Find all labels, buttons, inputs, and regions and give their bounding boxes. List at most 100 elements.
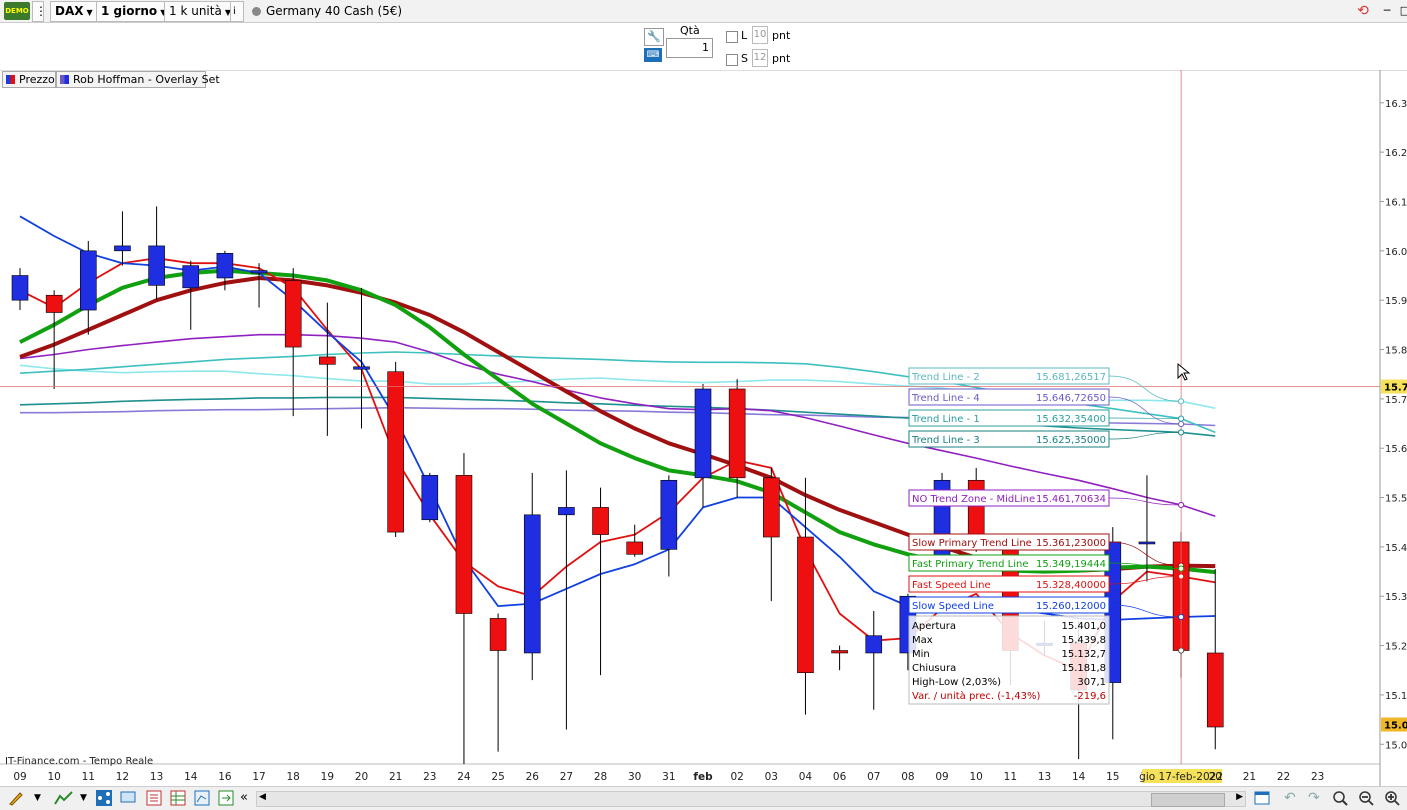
zoom-fit-icon[interactable] [1332, 790, 1348, 806]
indicator-icon[interactable] [54, 790, 74, 806]
mouse-cursor-icon [1177, 362, 1191, 381]
line-label-value: 15.646,72650 [1036, 393, 1106, 404]
long-points-input[interactable]: 10 [752, 26, 768, 44]
zoom-in-icon[interactable] [1384, 790, 1400, 806]
line-label-value: 15.328,40000 [1036, 580, 1106, 591]
ohlc-label: Apertura [912, 621, 956, 632]
ohlc-label: High-Low (2,03%) [912, 677, 1001, 688]
date-tick-label: 21 [1243, 771, 1256, 783]
instrument-select[interactable]: DAX ▼ [50, 1, 98, 22]
candle-body [216, 252, 234, 279]
candle-body [387, 371, 404, 533]
candle-body [558, 507, 575, 516]
line-label-name: Trend Line - 4 [911, 393, 980, 404]
date-tick-label: 22 [1277, 771, 1290, 783]
date-tick-label: 30 [628, 771, 641, 783]
price-tick-label: 15.7 [1385, 395, 1407, 406]
demo-logo: DEMO [4, 2, 30, 20]
timeframe-select[interactable]: 1 giorno▼ [96, 1, 172, 22]
long-checkbox[interactable] [726, 31, 738, 43]
candle-body [421, 475, 439, 521]
date-tick-label: 24 [457, 771, 471, 783]
line-label-value: 15.681,26517 [1036, 372, 1106, 383]
date-tick-label: 11 [82, 771, 95, 783]
price-axis: 15.0 15.1 15.2 15.3 15.4 15.5 15.6 15.7 15.8 15.9… [1380, 99, 1407, 751]
status-dot-icon [252, 7, 261, 16]
close-marker [1178, 647, 1185, 654]
scroll-thumb[interactable] [1151, 793, 1225, 807]
candle-body [660, 479, 678, 550]
line-marker [1178, 415, 1185, 422]
line-label-value: 15.361,23000 [1036, 538, 1106, 549]
candle-body [80, 250, 97, 311]
comment-icon[interactable] [120, 790, 136, 806]
qty-input[interactable]: 1 [666, 38, 713, 58]
table-icon[interactable] [170, 790, 186, 806]
short-checkbox[interactable] [726, 54, 738, 66]
scroll-left-icon[interactable]: ◀ [259, 792, 266, 802]
candle-body [11, 275, 29, 301]
candle-body [489, 618, 507, 651]
long-points-unit: pnt [772, 29, 791, 42]
compare-icon[interactable] [194, 790, 210, 806]
line-marker [1178, 420, 1185, 428]
draw-menu-chevron-icon[interactable]: ▼ [34, 790, 50, 806]
price-tick-label: 15.0 [1385, 740, 1407, 751]
chart-scrollbar[interactable]: ◀ ▶ [256, 791, 1246, 807]
top-toolbar: DEMO ⋮ DAX▼ 1 giorno▼ 1 k unità▼ i Germa… [0, 0, 1407, 23]
refresh-icon[interactable]: ⟲ [1354, 2, 1372, 20]
date-tick-label: 13 [150, 771, 163, 783]
line-label-name: Slow Primary Trend Line [912, 538, 1032, 549]
candle-body [455, 475, 473, 614]
units-select[interactable]: 1 k unità ▼ [164, 1, 236, 22]
line-label-name: Trend Line - 3 [911, 435, 980, 446]
settings-icon[interactable]: ⋮ [32, 1, 47, 22]
redo-icon[interactable]: ↷ [1308, 790, 1324, 806]
restore-icon[interactable]: □ [1396, 2, 1407, 20]
line-label-connector [1108, 497, 1182, 506]
minimize-icon[interactable]: ─ [1378, 2, 1396, 20]
line-marker [1178, 398, 1185, 405]
price-tick-label: 16.0 [1385, 247, 1407, 258]
ohlc-label: Max [912, 635, 933, 646]
candle-body [626, 541, 644, 555]
keyboard-icon[interactable]: ⌨ [644, 48, 662, 62]
line-label-name: Trend Line - 2 [911, 372, 980, 383]
ohlc-value: 15.439,8 [1061, 635, 1106, 646]
candle-body [353, 366, 370, 370]
price-tick-label: 15.9 [1385, 296, 1407, 307]
line-marker [1178, 501, 1185, 509]
market-name: Germany 40 Cash (5€) [266, 4, 403, 18]
share-icon[interactable] [96, 790, 112, 806]
double-left-icon[interactable]: « [240, 790, 256, 806]
date-tick-label: 08 [901, 771, 914, 783]
candle-body [728, 388, 746, 479]
date-tick-label: 15 [1106, 771, 1119, 783]
price-tick-label: 15.2 [1385, 642, 1407, 653]
ohlc-label: Min [912, 649, 930, 660]
date-tick-label: 28 [594, 771, 607, 783]
price-chart[interactable]: Trend Line - 2 15.681,26517 Trend Line - 4… [0, 70, 1407, 786]
ohlc-value: 307,1 [1077, 677, 1106, 688]
date-axis: 09 10 11 12 13 14 16 17 18 19 20 21 23 24 25 26 27 28 30 31… [13, 769, 1324, 783]
indicator-menu-chevron-icon[interactable]: ▼ [80, 790, 96, 806]
pencil-icon[interactable] [8, 790, 24, 806]
undo-icon[interactable]: ↶ [1284, 790, 1300, 806]
candle-body [762, 477, 780, 538]
candle-body [865, 635, 883, 654]
ohlc-value: 15.181,8 [1061, 663, 1106, 674]
scroll-right-icon[interactable]: ▶ [1236, 792, 1243, 802]
date-tick-label: 26 [526, 771, 540, 783]
date-tick-label: 09 [13, 771, 26, 783]
short-points-input[interactable]: 12 [752, 49, 768, 67]
calendar-icon[interactable] [1254, 790, 1270, 806]
date-tick-label: 11 [1004, 771, 1017, 783]
candle-body [148, 245, 165, 286]
zoom-out-icon[interactable] [1358, 790, 1374, 806]
alert-icon[interactable] [146, 790, 162, 806]
wrench-icon[interactable]: 🔧 [644, 28, 664, 46]
price-tick-label: 15.4 [1385, 543, 1407, 554]
date-tick-label: 20 [1209, 771, 1222, 783]
date-tick-label: 23 [423, 771, 436, 783]
export-icon[interactable] [218, 790, 234, 806]
